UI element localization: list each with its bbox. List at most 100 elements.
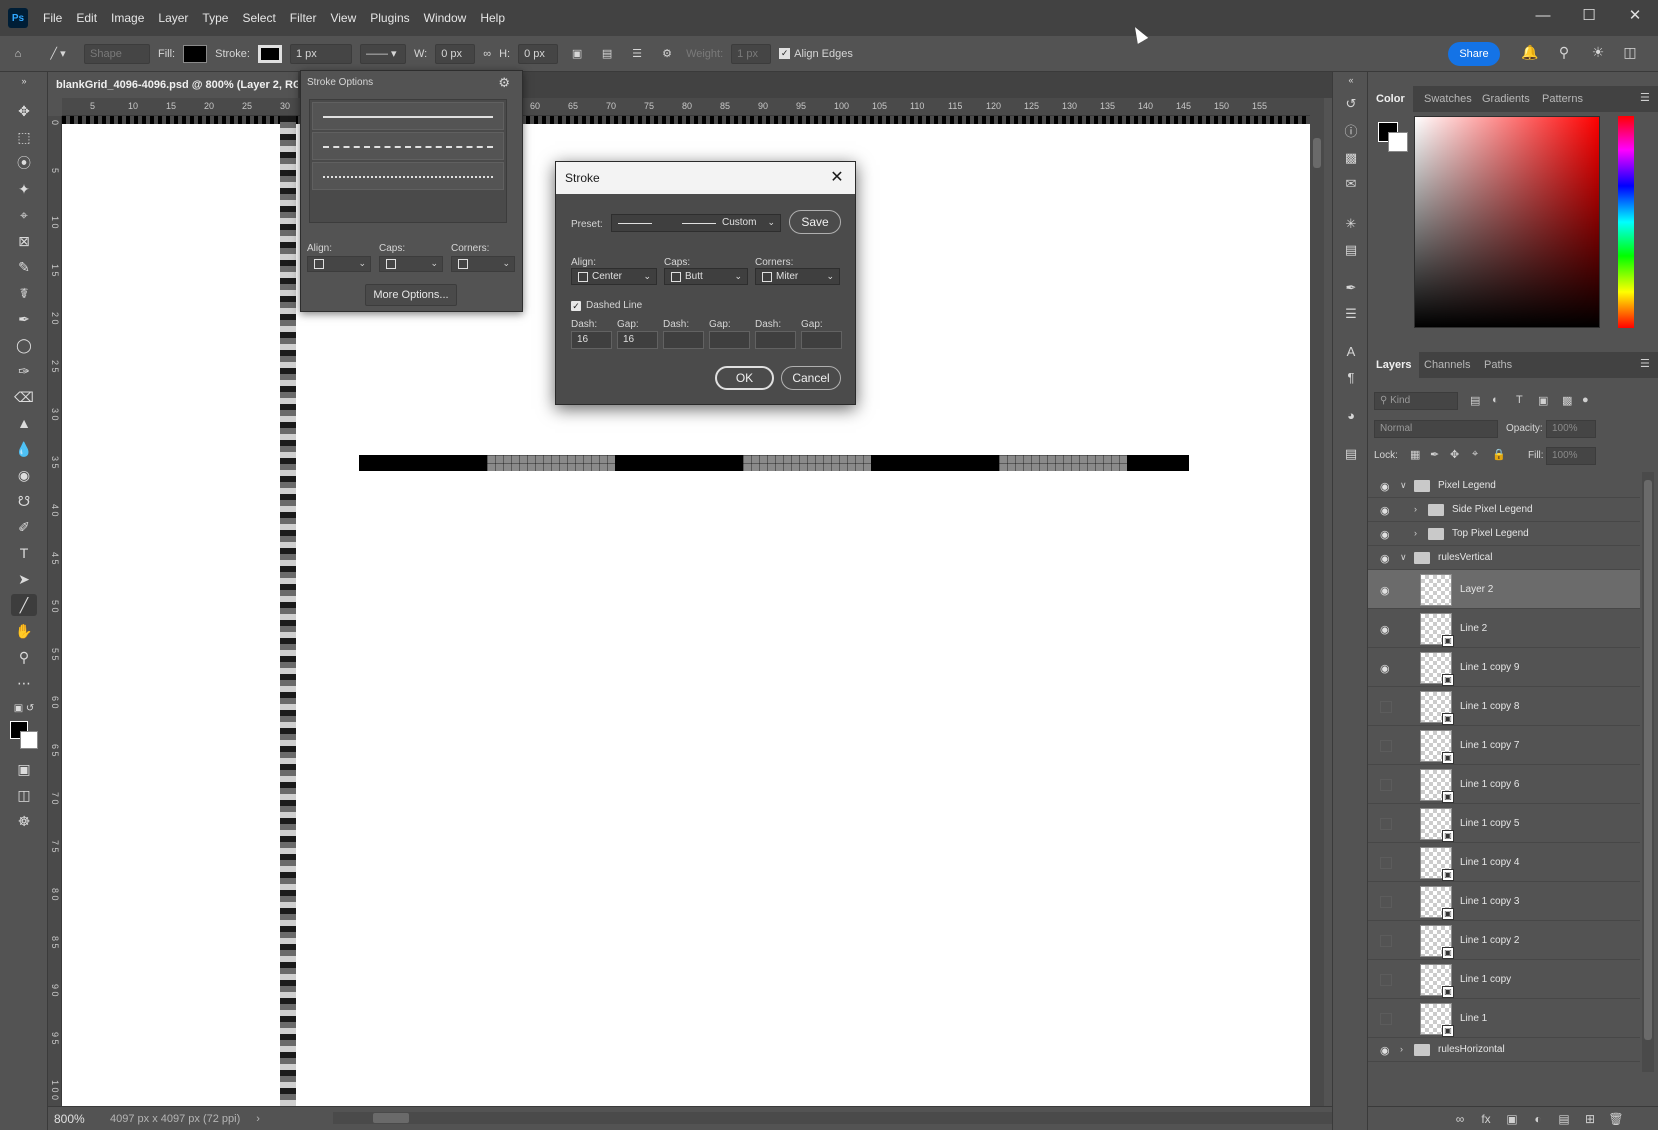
healing-brush-tool-icon[interactable]: ☤ (11, 282, 37, 304)
layer-style-fx-icon[interactable]: fx (1478, 1111, 1494, 1127)
paint-bucket-tool-icon[interactable]: ▲ (11, 412, 37, 434)
layer-row[interactable]: ▣ Line 1 copy 5 (1368, 804, 1640, 843)
so-align-select[interactable]: ⌄ (307, 256, 371, 272)
stroke-style-dotted[interactable] (312, 162, 504, 190)
preset-select[interactable]: Custom ⌄ (611, 214, 781, 232)
visibility-eye-icon[interactable]: ◉ (1380, 504, 1394, 517)
dash-field-3[interactable] (755, 331, 796, 349)
menu-file[interactable]: File (36, 11, 69, 25)
canvas-vertical-scrollbar[interactable] (1310, 98, 1324, 1106)
lock-all-icon[interactable]: 🔒 (1492, 448, 1506, 461)
menu-window[interactable]: Window (417, 11, 474, 25)
lock-image-icon[interactable]: ✒ (1430, 448, 1439, 461)
color-panel-menu-icon[interactable]: ☰ (1640, 92, 1652, 104)
filter-smart-object-icon[interactable]: ▩ (1562, 394, 1572, 407)
magic-wand-tool-icon[interactable]: ✦ (11, 178, 37, 200)
add-mask-icon[interactable]: ▣ (1504, 1111, 1520, 1127)
layer-group-row[interactable]: ◉ ∨ Pixel Legend (1368, 474, 1640, 498)
new-layer-icon[interactable]: ⊞ (1582, 1111, 1598, 1127)
layers-scrollbar[interactable] (1642, 472, 1654, 1072)
lock-transparent-icon[interactable]: ▦ (1410, 448, 1420, 461)
brush-tool-icon[interactable]: ✒ (11, 308, 37, 330)
chevron-right-icon[interactable]: › (1414, 528, 1417, 538)
character-panel-icon[interactable]: A (1341, 342, 1361, 362)
gap-field-3[interactable] (801, 331, 842, 349)
more-options-button[interactable]: More Options... (365, 284, 457, 306)
stroke-style-solid[interactable] (312, 102, 504, 130)
visibility-eye-icon[interactable]: ◉ (1380, 1044, 1394, 1057)
search-icon[interactable]: ⚲ (1554, 44, 1574, 64)
layer-group-row[interactable]: ◉ ∨ rulesVertical (1368, 546, 1640, 570)
type-tool-icon[interactable]: T (11, 542, 37, 564)
line-tool-icon[interactable]: ╱ (11, 594, 37, 616)
more-tools-icon[interactable]: ⋯ (11, 672, 37, 694)
tab-layers[interactable]: Layers (1368, 352, 1420, 378)
info-panel-icon[interactable]: ⓘ (1341, 122, 1361, 142)
align-edges-checkbox[interactable]: ✓ (779, 48, 791, 59)
width-field[interactable]: 0 px (435, 43, 476, 64)
visibility-eye-icon[interactable]: ◉ (1380, 662, 1394, 675)
stroke-style-dashed[interactable] (312, 132, 504, 160)
menu-edit[interactable]: Edit (69, 11, 104, 25)
so-corners-select[interactable]: ⌄ (451, 256, 515, 272)
color-panel-background[interactable] (1388, 132, 1408, 152)
dash-field-2[interactable] (663, 331, 704, 349)
comments-panel-icon[interactable]: ✉ (1341, 174, 1361, 194)
chevron-down-icon[interactable]: ∨ (1400, 552, 1407, 563)
blend-mode-select[interactable]: Normal (1374, 420, 1498, 438)
menu-filter[interactable]: Filter (283, 11, 324, 25)
marquee-tool-icon[interactable]: ⬚ (11, 126, 37, 148)
menu-plugins[interactable]: Plugins (363, 11, 416, 25)
new-adjustment-layer-icon[interactable]: ◐ (1530, 1111, 1546, 1127)
menu-view[interactable]: View (323, 11, 363, 25)
vertical-scroll-thumb[interactable] (1313, 138, 1321, 168)
layers-panel-menu-icon[interactable]: ☰ (1640, 358, 1652, 370)
layer-row[interactable]: ▣ Line 1 copy 7 (1368, 726, 1640, 765)
path-selection-tool-icon[interactable]: ➤ (11, 568, 37, 590)
cancel-button[interactable]: Cancel (781, 366, 841, 390)
default-colors-icon[interactable]: ▣ ↺ (11, 698, 37, 720)
menu-select[interactable]: Select (235, 11, 282, 25)
share-button[interactable]: Share (1448, 42, 1500, 66)
layer-row[interactable]: ▣ Line 1 copy 4 (1368, 843, 1640, 882)
filter-adjustment-icon[interactable]: ◐ (1492, 394, 1499, 406)
workspace-icon[interactable]: ◫ (1620, 44, 1640, 64)
close-icon[interactable]: ✕ (1612, 0, 1658, 30)
document-tab[interactable]: blankGrid_4096-4096.psd @ 800% (Layer 2,… (48, 72, 298, 98)
shape-mode-select[interactable]: Shape (84, 43, 150, 64)
canvas-horizontal-scrollbar[interactable] (333, 1112, 1333, 1124)
dodge-tool-icon[interactable]: ◉ (11, 464, 37, 486)
layer-row[interactable]: ▣ Line 1 copy 3 (1368, 882, 1640, 921)
tab-patterns[interactable]: Patterns (1542, 86, 1583, 112)
lasso-tool-icon[interactable]: ⦿ (11, 152, 37, 174)
path-arrangement-icon[interactable]: ☰ (622, 36, 652, 71)
lock-artboard-icon[interactable]: ⌖ (1472, 448, 1478, 461)
quick-mask-icon[interactable]: ▣ (11, 758, 37, 780)
link-layers-icon[interactable]: ∞ (1452, 1111, 1468, 1127)
minimize-icon[interactable]: — (1520, 0, 1566, 30)
bell-icon[interactable]: 🔔 (1520, 44, 1540, 64)
so-caps-select[interactable]: ⌄ (379, 256, 443, 272)
menu-image[interactable]: Image (104, 11, 151, 25)
fill-field[interactable]: 100% (1546, 447, 1596, 465)
collapse-panels-icon[interactable]: « (1341, 70, 1361, 90)
layer-row[interactable]: ◉ ▣ Line 1 copy 9 (1368, 648, 1640, 687)
chevron-right-icon[interactable]: › (1414, 504, 1417, 514)
visibility-toggle-off[interactable] (1380, 818, 1392, 830)
eraser-tool-icon[interactable]: ⌫ (11, 386, 37, 408)
zoom-level[interactable]: 800% (48, 1112, 98, 1126)
weight-field[interactable]: 1 px (731, 43, 772, 64)
fill-swatch[interactable] (183, 44, 208, 63)
properties-panel-icon[interactable]: ◕ (1341, 406, 1361, 426)
move-tool-icon[interactable]: ✥ (11, 100, 37, 122)
home-icon[interactable]: ⌂ (0, 36, 36, 71)
layer-filter-field[interactable]: ⚲ Kind (1374, 392, 1458, 410)
delete-layer-icon[interactable]: 🗑 (1608, 1111, 1624, 1127)
stroke-options-gear-icon[interactable]: ⚙ (498, 75, 510, 91)
visibility-toggle-off[interactable] (1380, 896, 1392, 908)
stroke-width-field[interactable]: 1 px (289, 43, 352, 64)
navigator-panel-icon[interactable]: ✳ (1341, 214, 1361, 234)
tab-paths[interactable]: Paths (1484, 352, 1512, 378)
visibility-toggle-off[interactable] (1380, 1013, 1392, 1025)
align-select[interactable]: Center ⌄ (571, 268, 657, 285)
